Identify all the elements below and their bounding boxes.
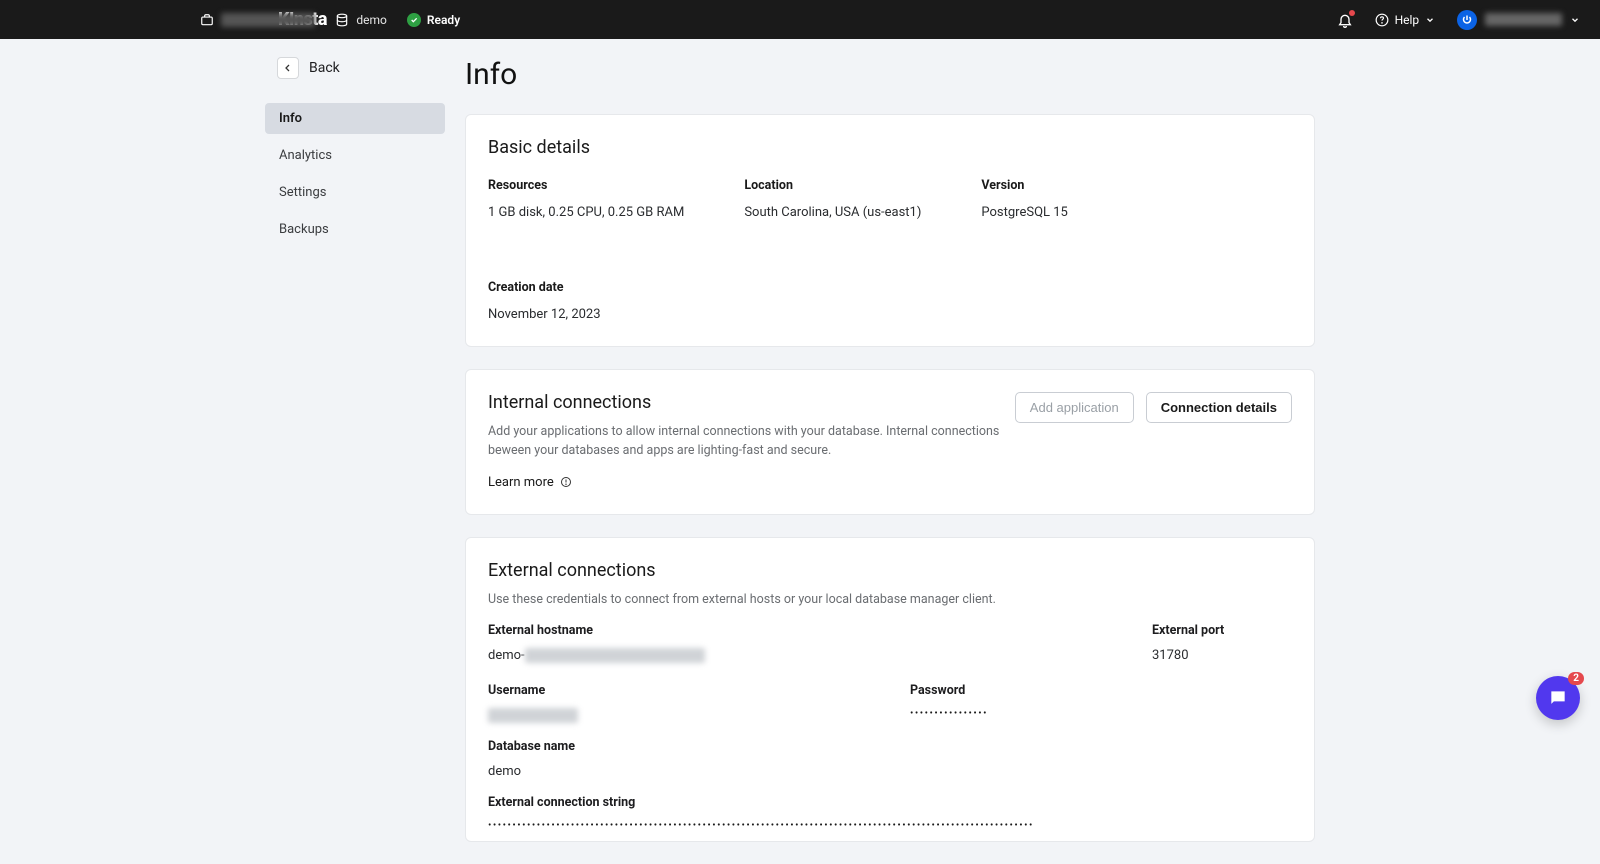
basic-details-card: Basic details Resources 1 GB disk, 0.25 … bbox=[465, 114, 1315, 347]
chat-unread-badge: 2 bbox=[1568, 672, 1584, 685]
topbar: KInsta organization demo Ready Help bbox=[0, 0, 1600, 39]
username-redacted: xxxxxxxxxxxxxx bbox=[488, 708, 578, 723]
hostname-redacted: xxxxx.xxxxxxxxxx.xxxxxxxx.app bbox=[525, 648, 705, 663]
database-icon bbox=[335, 13, 349, 27]
status-label: Ready bbox=[427, 13, 460, 27]
notification-dot bbox=[1349, 10, 1355, 16]
resources-field: Resources 1 GB disk, 0.25 CPU, 0.25 GB R… bbox=[488, 178, 684, 220]
resources-value: 1 GB disk, 0.25 CPU, 0.25 GB RAM bbox=[488, 205, 684, 220]
breadcrumb-project-label: demo bbox=[356, 13, 387, 27]
user-name: username bbox=[1485, 13, 1562, 26]
internal-connections-title: Internal connections bbox=[488, 392, 1008, 413]
database-name-label: Database name bbox=[488, 739, 1292, 754]
chevron-down-icon bbox=[1425, 15, 1435, 25]
back-button[interactable] bbox=[277, 57, 299, 79]
connection-details-button[interactable]: Connection details bbox=[1146, 392, 1292, 423]
help-label: Help bbox=[1395, 13, 1420, 27]
avatar bbox=[1457, 10, 1477, 30]
briefcase-icon bbox=[200, 13, 214, 27]
help-menu[interactable]: Help bbox=[1375, 13, 1436, 27]
learn-more-link[interactable]: Learn more bbox=[488, 475, 572, 490]
sidebar-item-analytics[interactable]: Analytics bbox=[265, 140, 445, 171]
status-badge: Ready bbox=[407, 13, 460, 27]
resources-label: Resources bbox=[488, 178, 684, 193]
external-connection-string-value: ••••••••••••••••••••••••••••••••••••••••… bbox=[488, 820, 1292, 831]
external-port-label: External port bbox=[1152, 623, 1292, 638]
database-name-value: demo bbox=[488, 764, 1292, 779]
username-value: xxxxxxxxxxxxxx bbox=[488, 708, 870, 723]
internal-connections-subtext: Add your applications to allow internal … bbox=[488, 423, 1008, 461]
external-connections-card: External connections Use these credentia… bbox=[465, 537, 1315, 843]
location-value: South Carolina, USA (us-east1) bbox=[744, 205, 921, 220]
help-circle-icon bbox=[1375, 13, 1389, 27]
password-label: Password bbox=[910, 683, 1292, 698]
sidebar-item-settings[interactable]: Settings bbox=[265, 177, 445, 208]
username-label: Username bbox=[488, 683, 870, 698]
breadcrumb-org[interactable]: organization bbox=[200, 13, 315, 27]
user-menu[interactable]: username bbox=[1457, 10, 1580, 30]
basic-details-title: Basic details bbox=[488, 137, 1292, 158]
external-connections-subtext: Use these credentials to connect from ex… bbox=[488, 591, 1008, 610]
creation-date-label: Creation date bbox=[488, 280, 628, 295]
sidebar-item-info[interactable]: Info bbox=[265, 103, 445, 134]
learn-more-label: Learn more bbox=[488, 475, 554, 490]
chevron-down-icon bbox=[1570, 15, 1580, 25]
back-label[interactable]: Back bbox=[309, 60, 340, 76]
password-value: •••••••••••••••• bbox=[910, 708, 1292, 719]
chat-icon bbox=[1548, 688, 1568, 708]
notifications-button[interactable] bbox=[1337, 12, 1353, 28]
location-label: Location bbox=[744, 178, 921, 193]
external-hostname-label: External hostname bbox=[488, 623, 1112, 638]
external-connection-string-label: External connection string bbox=[488, 795, 1292, 810]
creation-date-field: Creation date November 12, 2023 bbox=[488, 280, 628, 322]
external-port-value: 31780 bbox=[1152, 648, 1292, 663]
creation-date-value: November 12, 2023 bbox=[488, 307, 628, 322]
add-application-button[interactable]: Add application bbox=[1015, 392, 1134, 423]
external-connections-title: External connections bbox=[488, 560, 1292, 581]
arrow-left-icon bbox=[282, 62, 294, 74]
check-circle-icon bbox=[407, 13, 421, 27]
external-link-icon bbox=[560, 476, 572, 488]
power-icon bbox=[1461, 14, 1473, 26]
location-field: Location South Carolina, USA (us-east1) bbox=[744, 178, 921, 220]
sidebar: Back Info Analytics Settings Backups bbox=[265, 57, 445, 864]
page-title: Info bbox=[465, 57, 1315, 92]
breadcrumb-project[interactable]: demo bbox=[335, 13, 387, 27]
internal-connections-card: Internal connections Add your applicatio… bbox=[465, 369, 1315, 515]
sidebar-item-backups[interactable]: Backups bbox=[265, 214, 445, 245]
breadcrumb-org-label: organization bbox=[221, 13, 315, 27]
version-value: PostgreSQL 15 bbox=[981, 205, 1121, 220]
chat-launcher[interactable]: 2 bbox=[1536, 676, 1580, 720]
version-label: Version bbox=[981, 178, 1121, 193]
version-field: Version PostgreSQL 15 bbox=[981, 178, 1121, 220]
hostname-prefix: demo- bbox=[488, 648, 525, 663]
external-hostname-value: demo-xxxxx.xxxxxxxxxx.xxxxxxxx.app bbox=[488, 648, 1112, 663]
